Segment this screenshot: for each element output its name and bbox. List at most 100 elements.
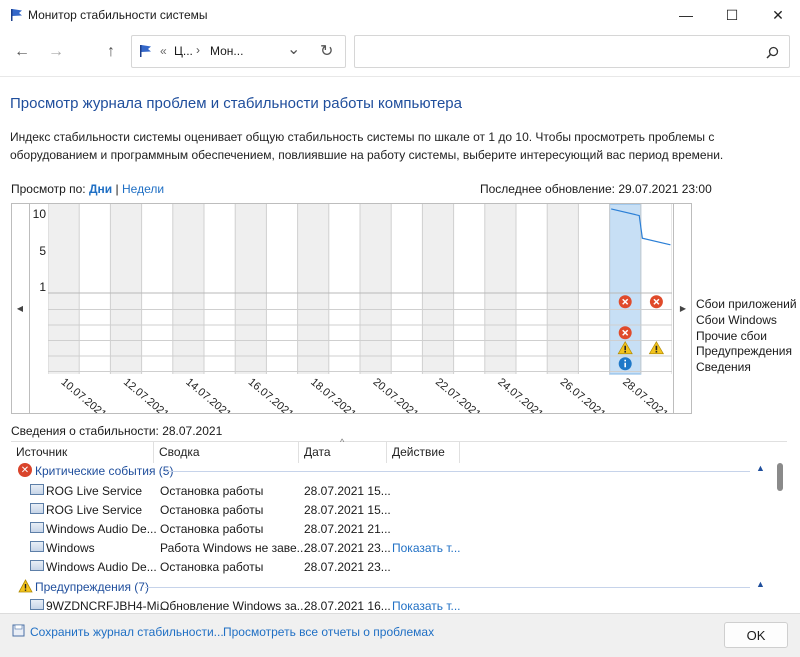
x-tick-label: 24.07.2021 <box>495 376 545 413</box>
error-icon: ✕ <box>18 463 32 477</box>
x-tick-label: 18.07.2021 <box>308 376 358 413</box>
last-update-text: Последнее обновление: 29.07.2021 23:00 <box>480 182 712 196</box>
ok-button[interactable]: OK <box>724 622 788 648</box>
table-row[interactable]: ROG Live Service Остановка работы 28.07.… <box>0 500 770 519</box>
cell-date: 28.07.2021 23... <box>304 560 391 574</box>
day-column-shade <box>48 204 80 374</box>
address-dropdown-icon[interactable]: ⌄ <box>287 39 300 59</box>
breadcrumb-chevron-icon: › <box>196 43 200 57</box>
program-icon <box>30 484 44 495</box>
group-critical-events[interactable]: Критические события (5) <box>35 464 173 478</box>
scrollbar-thumb[interactable] <box>777 463 783 491</box>
day-column-shade <box>484 204 516 374</box>
maximize-icon: ☐ <box>725 6 739 23</box>
program-icon <box>30 503 44 514</box>
info-event-glyph <box>624 362 626 368</box>
cell-source: Windows Audio De... <box>46 560 157 574</box>
up-arrow-icon: ↑ <box>107 43 115 60</box>
cell-source: 9WZDNCRFJBH4-Mi... <box>46 599 170 613</box>
view-days-link[interactable]: Дни <box>89 182 112 196</box>
legend-information: Сведения <box>696 360 751 374</box>
view-by-switch: Просмотр по: Дни | Недели <box>11 182 164 196</box>
sort-ascending-icon: ^ <box>340 437 345 447</box>
window-title: Монитор стабильности системы <box>28 8 208 22</box>
cell-summary: Остановка работы <box>160 503 264 517</box>
day-column-shade <box>547 204 579 374</box>
x-tick-label: 28.07.2021 <box>620 376 670 413</box>
warning-event-exclamation <box>655 345 658 351</box>
column-header-action[interactable]: Действие <box>392 445 445 459</box>
cell-summary: Остановка работы <box>160 484 264 498</box>
x-tick-label: 14.07.2021 <box>183 376 233 413</box>
back-button[interactable]: ← <box>9 39 35 65</box>
info-event-glyph-dot <box>624 359 626 362</box>
show-solution-link[interactable]: Показать т... <box>392 599 461 613</box>
minimize-button[interactable]: — <box>663 0 709 30</box>
table-row[interactable]: Windows Работа Windows не заве... 28.07.… <box>0 538 770 557</box>
address-bar[interactable]: « Ц... › Мон... ⌄ ↻ <box>131 35 346 68</box>
triangle-right-icon: ▶ <box>679 304 687 313</box>
collapse-warnings-icon[interactable]: ▲ <box>756 579 765 589</box>
group-warnings[interactable]: Предупреждения (7) <box>35 580 149 594</box>
column-divider <box>386 441 387 463</box>
day-column-shade <box>110 204 142 374</box>
refresh-icon[interactable]: ↻ <box>320 41 333 61</box>
warning-event-exclamation-dot <box>624 351 626 353</box>
forward-arrow-icon: → <box>48 43 64 60</box>
column-divider <box>459 441 460 463</box>
chart-scroll-left-button[interactable]: ◀ <box>11 203 30 414</box>
day-column-shade <box>360 204 392 374</box>
program-icon <box>30 522 44 533</box>
group-divider <box>165 471 750 472</box>
save-history-link[interactable]: Сохранить журнал стабильности... <box>30 625 224 639</box>
x-tick-label: 16.07.2021 <box>246 376 296 413</box>
cell-source: ROG Live Service <box>46 503 143 517</box>
column-header-date[interactable]: Дата <box>304 445 331 459</box>
back-arrow-icon: ← <box>14 43 30 60</box>
close-button[interactable]: ✕ <box>755 0 800 30</box>
cell-date: 28.07.2021 21... <box>304 522 391 536</box>
breadcrumb-item-control-panel[interactable]: Ц... <box>174 44 193 58</box>
overflow-crumb-icon[interactable]: « <box>160 44 167 58</box>
monitor-flag-icon <box>11 9 22 21</box>
legend-warnings: Предупреждения <box>696 344 792 358</box>
column-header-source[interactable]: Источник <box>16 445 67 459</box>
cell-date: 28.07.2021 15... <box>304 503 391 517</box>
y-tick-label: 5 <box>39 244 46 258</box>
up-button[interactable]: ↑ <box>98 39 124 65</box>
chart-scroll-right-button[interactable]: ▶ <box>673 203 692 414</box>
view-all-reports-link[interactable]: Просмотреть все отчеты о проблемах <box>223 625 434 639</box>
legend-app-failures: Сбои приложений <box>696 297 797 311</box>
warning-icon <box>18 579 33 593</box>
breadcrumb-item-monitor[interactable]: Мон... <box>210 44 243 58</box>
day-column-shade <box>172 204 204 374</box>
warning-event-exclamation-dot <box>655 351 658 353</box>
cell-summary: Работа Windows не заве... <box>160 541 307 555</box>
minimize-icon: — <box>679 7 693 23</box>
cell-summary: Остановка работы <box>160 560 264 574</box>
warning-event-exclamation <box>624 345 626 351</box>
day-column-shade <box>422 204 454 374</box>
cell-source: ROG Live Service <box>46 484 143 498</box>
search-input[interactable] <box>354 35 790 68</box>
table-row[interactable]: 9WZDNCRFJBH4-Mi... Обновление Windows за… <box>0 596 770 613</box>
x-tick-label: 22.07.2021 <box>433 376 483 413</box>
show-solution-link[interactable]: Показать т... <box>392 541 461 555</box>
table-row[interactable]: ROG Live Service Остановка работы 28.07.… <box>0 481 770 500</box>
cell-source: Windows Audio De... <box>46 522 157 536</box>
collapse-critical-icon[interactable]: ▲ <box>756 463 765 473</box>
maximize-button[interactable]: ☐ <box>709 0 755 30</box>
day-column-shade <box>297 204 329 374</box>
view-separator: | <box>115 182 119 196</box>
stability-chart-plot[interactable]: 10.07.2021 12.07.2021 14.07.2021 16.07.2021… <box>48 204 672 413</box>
save-document-icon <box>12 624 25 637</box>
cell-date: 28.07.2021 16... <box>304 599 391 613</box>
forward-button[interactable]: → <box>43 39 69 65</box>
view-weeks-link[interactable]: Недели <box>122 182 164 196</box>
column-header-summary[interactable]: Сводка <box>159 445 200 459</box>
table-row[interactable]: Windows Audio De... Остановка работы 28.… <box>0 557 770 576</box>
cell-source: Windows <box>46 541 95 555</box>
column-divider <box>153 441 154 463</box>
table-row[interactable]: Windows Audio De... Остановка работы 28.… <box>0 519 770 538</box>
y-tick-label: 1 <box>39 280 46 294</box>
